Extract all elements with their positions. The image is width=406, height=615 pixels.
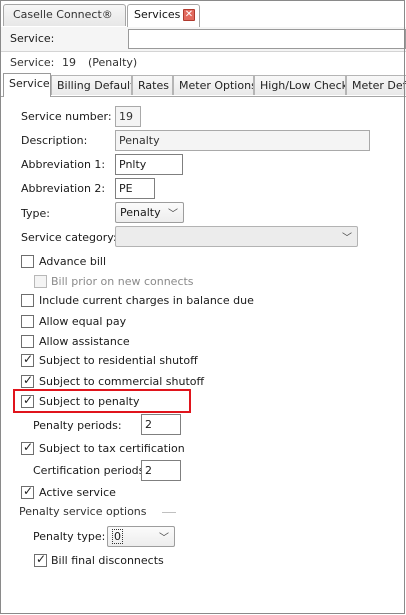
commercial-shutoff-label: Subject to commercial shutoff (39, 375, 205, 388)
certification-periods-field[interactable]: 2 (141, 460, 181, 481)
service-category-label: Service category: (21, 231, 117, 244)
service-number-field[interactable]: 19 (115, 106, 141, 127)
check-icon: ✓ (23, 440, 34, 454)
service-category-select[interactable]: ﹀ (115, 226, 358, 247)
penalty-periods-label: Penalty periods: (33, 419, 122, 432)
advance-bill-label: Advance bill (39, 255, 106, 268)
tab-label: Services (134, 8, 181, 21)
abbreviation2-field[interactable]: PE (115, 178, 155, 199)
tab-label: Caselle Connect® (13, 8, 113, 21)
service-info: Service: 19 (Penalty) (10, 56, 137, 69)
penalty-type-select[interactable]: 0 ﹀ (107, 526, 175, 547)
bill-final-checkbox[interactable]: ✓ (34, 552, 47, 567)
certification-periods-label: Certification periods: (33, 464, 149, 477)
tab-rates[interactable]: Rates (132, 75, 173, 95)
allow-equal-pay-checkbox[interactable] (21, 315, 34, 328)
sub-tab-strip: Service Billing Defaults Rates Meter Opt… (0, 72, 406, 97)
allow-assistance-label: Allow assistance (39, 335, 130, 348)
tax-cert-label: Subject to tax certification (39, 442, 185, 455)
service-info-label: Service: (10, 56, 55, 69)
service-number-label: Service number: (21, 110, 112, 123)
service-lookup-input[interactable] (128, 29, 406, 49)
tab-meter-options[interactable]: Meter Options (173, 75, 254, 95)
residential-shutoff-checkbox[interactable]: ✓ (21, 352, 34, 367)
allow-assistance-checkbox[interactable] (21, 335, 34, 348)
check-icon: ✓ (23, 352, 34, 366)
chevron-down-icon: ﹀ (342, 233, 352, 244)
type-label: Type: (21, 207, 50, 220)
tab-high-low-checks[interactable]: High/Low Checks (254, 75, 346, 95)
commercial-shutoff-checkbox[interactable]: ✓ (21, 373, 34, 388)
service-info-name: (Penalty) (88, 56, 138, 69)
residential-shutoff-label: Subject to residential shutoff (39, 354, 198, 367)
tab-caselle-connect[interactable]: Caselle Connect® (3, 4, 126, 26)
subject-penalty-checkbox[interactable]: ✓ (21, 393, 34, 408)
document-tab-strip: Caselle Connect® Services ✕ (0, 0, 406, 28)
subject-penalty-label: Subject to penalty (39, 395, 140, 408)
chevron-down-icon: ﹀ (168, 209, 178, 220)
tab-services[interactable]: Services ✕ (127, 4, 200, 27)
abbreviation2-label: Abbreviation 2: (21, 182, 106, 195)
abbreviation1-label: Abbreviation 1: (21, 158, 106, 171)
active-service-label: Active service (39, 486, 116, 499)
include-current-label: Include current charges in balance due (39, 294, 254, 307)
service-info-number: 19 (62, 56, 76, 69)
chevron-down-icon: ﹀ (159, 533, 169, 544)
check-icon: ✓ (23, 373, 34, 387)
service-lookup-bar: Service: (0, 27, 406, 52)
service-lookup-label: Service: (10, 32, 55, 45)
penalty-type-value: 0 (112, 529, 123, 544)
type-select-value: Penalty (120, 206, 161, 219)
advance-bill-checkbox[interactable] (21, 255, 34, 268)
check-icon: ✓ (36, 552, 47, 566)
penalty-periods-field[interactable]: 2 (141, 414, 181, 435)
tax-cert-checkbox[interactable]: ✓ (21, 440, 34, 455)
description-field[interactable]: Penalty (115, 130, 370, 151)
penalty-options-title: Penalty service options (19, 505, 147, 518)
allow-equal-pay-label: Allow equal pay (39, 315, 127, 328)
check-icon: ✓ (23, 393, 34, 407)
check-icon: ✓ (23, 484, 34, 498)
abbreviation1-field[interactable]: Pnlty (115, 154, 183, 175)
bill-prior-checkbox[interactable] (34, 275, 47, 288)
bill-prior-label: Bill prior on new connects (51, 275, 194, 288)
active-service-checkbox[interactable]: ✓ (21, 484, 34, 499)
close-icon[interactable]: ✕ (183, 9, 195, 21)
description-label: Description: (21, 134, 88, 147)
type-select[interactable]: Penalty ﹀ (115, 202, 184, 223)
tab-meter-defaults[interactable]: Meter Defa (346, 75, 406, 95)
tab-billing-defaults[interactable]: Billing Defaults (51, 75, 132, 95)
tab-service[interactable]: Service (3, 73, 51, 97)
include-current-checkbox[interactable] (21, 294, 34, 307)
group-divider (162, 512, 176, 513)
penalty-type-label: Penalty type: (33, 530, 106, 543)
bill-final-label: Bill final disconnects (51, 554, 164, 567)
